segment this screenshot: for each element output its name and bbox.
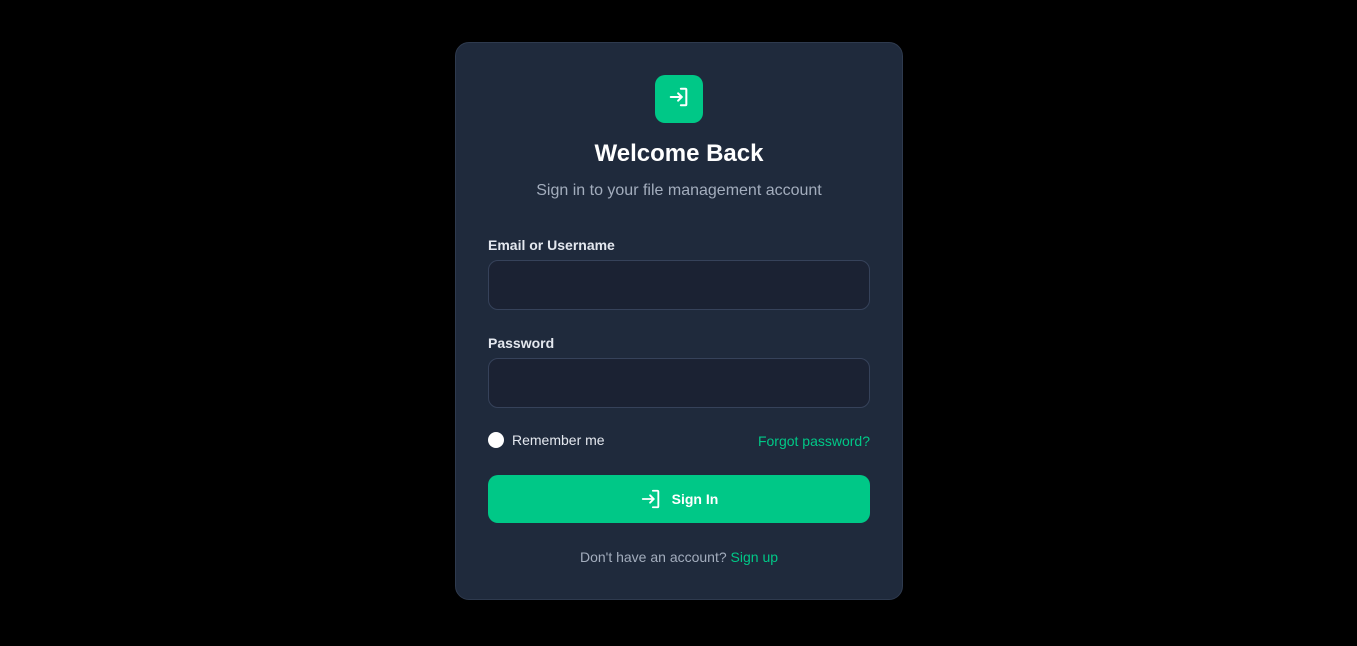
sign-in-icon (640, 488, 672, 510)
sign-up-link[interactable]: Sign up (731, 549, 778, 565)
forgot-password-link[interactable]: Forgot password? (758, 433, 870, 449)
sign-in-icon (668, 86, 690, 113)
remember-me-label: Remember me (512, 432, 605, 448)
sign-in-button[interactable]: Sign In (488, 475, 870, 523)
sign-in-button-label: Sign In (671, 491, 719, 507)
logo-badge (655, 75, 703, 123)
email-field[interactable] (488, 260, 870, 310)
remember-me-radio[interactable] (488, 432, 504, 448)
page-title: Welcome Back (594, 140, 764, 167)
signup-prompt: Don't have an account? Sign up (456, 549, 902, 565)
remember-me-toggle[interactable]: Remember me (488, 432, 605, 448)
password-label: Password (488, 335, 555, 351)
login-card: Welcome Back Sign in to your file manage… (455, 42, 903, 600)
password-field[interactable] (488, 358, 870, 408)
page-subtitle: Sign in to your file management account (536, 182, 822, 199)
signup-prompt-text: Don't have an account? (579, 549, 731, 565)
email-label: Email or Username (488, 237, 615, 253)
